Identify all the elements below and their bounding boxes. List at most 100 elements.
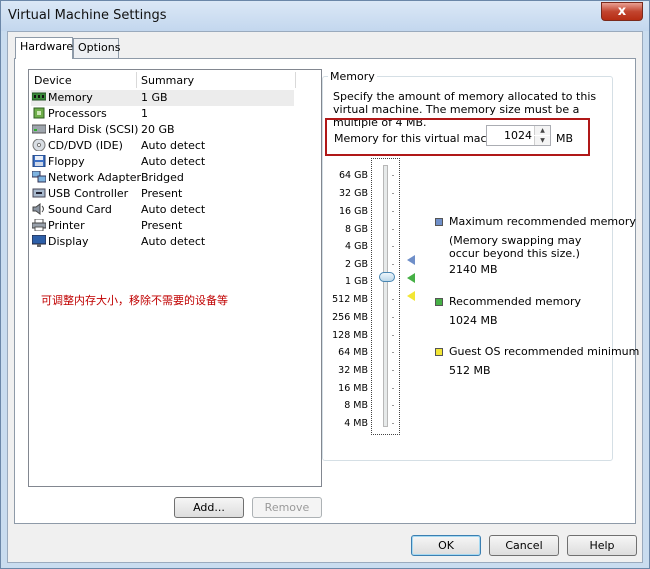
tab-hardware-label: Hardware [20, 40, 74, 53]
slider-tick [392, 299, 394, 300]
network-adapter-icon [31, 170, 47, 183]
slider-tick [392, 264, 394, 265]
floppy-icon [32, 154, 46, 168]
cd-dvd-icon [32, 138, 46, 152]
spin-up-icon[interactable]: ▲ [534, 126, 550, 135]
tab-hardware[interactable]: Hardware [15, 37, 73, 59]
column-separator[interactable] [136, 72, 137, 88]
device-row-floppy[interactable]: Floppy Auto detect [31, 154, 294, 170]
remove-device-button[interactable]: Remove [252, 497, 322, 518]
guest-minimum-marker-icon [407, 291, 415, 301]
tab-options-label: Options [78, 41, 121, 54]
max-recommended-marker-icon [407, 255, 415, 265]
tab-options[interactable]: Options [73, 38, 121, 58]
memory-group-title: Memory [328, 70, 377, 83]
title-bar[interactable]: Virtual Machine Settings x [1, 1, 649, 31]
slider-tick [392, 317, 394, 318]
scale-label: 256 MB [332, 312, 368, 323]
device-row-sound-card[interactable]: Sound Card Auto detect [31, 202, 294, 218]
usb-icon [32, 187, 46, 199]
device-name: Processors [48, 107, 107, 120]
guest-minimum-value: 512 MB [449, 364, 491, 377]
slider-track[interactable] [383, 165, 388, 427]
device-name: USB Controller [48, 187, 129, 200]
recommended-label: Recommended memory [449, 295, 582, 308]
dialog-client-area: Hardware Options Device Summary Memory 1… [7, 31, 643, 563]
close-button[interactable]: x [601, 2, 643, 21]
device-list[interactable]: Device Summary Memory 1 GB Processors 1 [28, 69, 322, 487]
device-row-memory[interactable]: Memory 1 GB [31, 90, 294, 106]
scale-label: 8 GB [345, 224, 368, 235]
scale-label: 4 MB [344, 418, 368, 429]
annotation-note: 可调整内存大小，移除不需要的设备等 [41, 294, 228, 307]
cancel-button[interactable]: Cancel [489, 535, 559, 556]
device-name: Display [48, 235, 89, 248]
device-row-printer[interactable]: Printer Present [31, 218, 294, 234]
device-summary: Present [141, 187, 183, 200]
hardware-tab-panel: Device Summary Memory 1 GB Processors 1 [14, 58, 639, 524]
device-summary: Auto detect [141, 235, 206, 248]
slider-thumb[interactable] [379, 272, 395, 282]
slider-tick [392, 388, 394, 389]
scale-label: 64 MB [338, 347, 368, 358]
scale-label: 16 GB [339, 206, 368, 217]
device-row-processors[interactable]: Processors 1 [31, 106, 294, 122]
hard-disk-icon [31, 123, 47, 135]
device-summary: Auto detect [141, 203, 206, 216]
memory-icon [31, 91, 47, 103]
column-separator[interactable] [295, 72, 296, 88]
slider-tick [392, 405, 394, 406]
column-header-device[interactable]: Device [34, 74, 72, 87]
spin-down-icon[interactable]: ▼ [534, 136, 550, 145]
scale-label: 8 MB [344, 400, 368, 411]
max-recommended-note: (Memory swapping may occur beyond this s… [449, 234, 582, 260]
device-row-usb-controller[interactable]: USB Controller Present [31, 186, 294, 202]
slider-tick [392, 229, 394, 230]
scale-label: 128 MB [332, 330, 368, 341]
device-list-header: Device Summary [29, 70, 321, 90]
ok-button[interactable]: OK [411, 535, 481, 556]
device-summary: 1 [141, 107, 148, 120]
slider-tick [392, 370, 394, 371]
device-summary: 1 GB [141, 91, 168, 104]
device-name: Printer [48, 219, 85, 232]
scale-label: 2 GB [345, 259, 368, 270]
memory-slider[interactable] [371, 158, 400, 435]
guest-minimum-label: Guest OS recommended minimum [449, 345, 640, 358]
memory-size-stepper[interactable]: 1024 ▲ ▼ [486, 125, 551, 146]
scale-label: 512 MB [332, 294, 368, 305]
max-recommended-swatch-icon [435, 218, 443, 226]
device-name: Hard Disk (SCSI) [48, 123, 139, 136]
close-icon: x [617, 4, 627, 19]
memory-group: Memory Specify the amount of memory allo… [322, 70, 639, 461]
scale-label: 32 GB [339, 188, 368, 199]
memory-unit: MB [556, 132, 574, 145]
device-row-display[interactable]: Display Auto detect [31, 234, 294, 250]
slider-tick [392, 423, 394, 424]
column-header-summary[interactable]: Summary [141, 74, 194, 87]
display-icon [31, 234, 47, 247]
device-row-hard-disk[interactable]: Hard Disk (SCSI) 20 GB [31, 122, 294, 138]
memory-size-input[interactable]: 1024 [504, 129, 532, 142]
device-summary: 20 GB [141, 123, 175, 136]
device-name: Memory [48, 91, 93, 104]
device-name: Floppy [48, 155, 85, 168]
slider-tick [392, 211, 394, 212]
scale-label: 16 MB [338, 383, 368, 394]
scale-label: 32 MB [338, 365, 368, 376]
slider-tick [392, 193, 394, 194]
slider-tick [392, 175, 394, 176]
help-button[interactable]: Help [567, 535, 637, 556]
device-row-network-adapter[interactable]: Network Adapter Bridged [31, 170, 294, 186]
device-name: CD/DVD (IDE) [48, 139, 123, 152]
printer-icon [31, 218, 47, 232]
device-row-cd-dvd[interactable]: CD/DVD (IDE) Auto detect [31, 138, 294, 154]
device-summary: Present [141, 219, 183, 232]
scale-label: 1 GB [345, 276, 368, 287]
device-name: Sound Card [48, 203, 112, 216]
add-device-button[interactable]: Add... [174, 497, 244, 518]
scale-label: 4 GB [345, 241, 368, 252]
guest-minimum-swatch-icon [435, 348, 443, 356]
slider-tick [392, 246, 394, 247]
recommended-marker-icon [407, 273, 415, 283]
